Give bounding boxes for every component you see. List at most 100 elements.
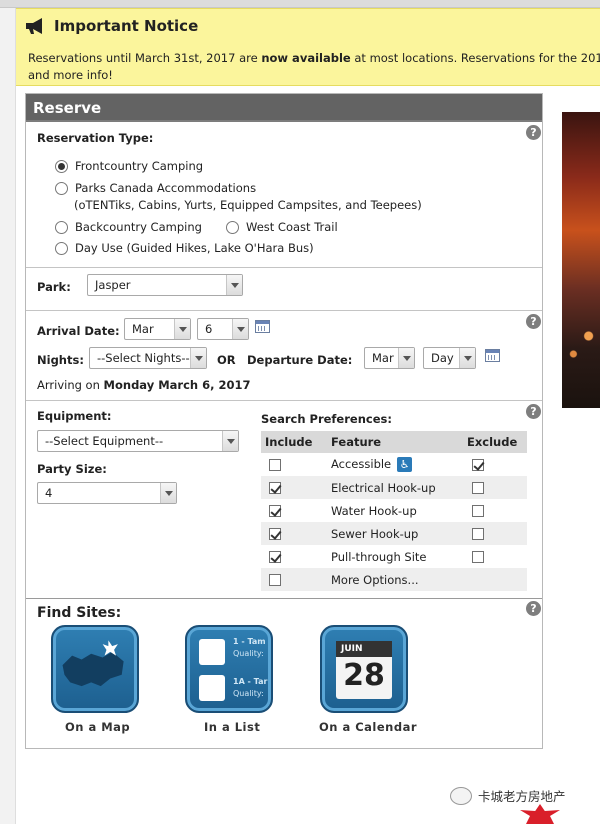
- list-item-text: 1A - Tar: [233, 677, 268, 686]
- list-item-text: 1 - Tam: [233, 637, 266, 646]
- chevron-down-icon: [190, 348, 206, 368]
- radio-label: Backcountry Camping: [75, 220, 202, 234]
- find-sites-section: ? Find Sites: On a Map 1 - Tam Quality: …: [26, 598, 542, 749]
- radio-day-use[interactable]: Day Use (Guided Hikes, Lake O'Hara Bus): [55, 241, 314, 255]
- list-tile-label[interactable]: In a List: [204, 720, 260, 734]
- departure-month-select[interactable]: Mar: [364, 347, 415, 369]
- calendar-icon[interactable]: [485, 349, 500, 362]
- departure-date-label: Departure Date:: [247, 353, 353, 367]
- radio-frontcountry[interactable]: Frontcountry Camping: [55, 159, 203, 173]
- arrival-month-select[interactable]: Mar: [124, 318, 191, 340]
- equipment-label: Equipment:: [37, 409, 112, 423]
- watermark: 卡城老方房地产: [450, 786, 566, 805]
- calendar-tile-label[interactable]: On a Calendar: [319, 720, 417, 734]
- radio-accommodations[interactable]: Parks Canada Accommodations: [55, 181, 256, 195]
- park-select[interactable]: Jasper: [87, 274, 243, 296]
- list-tile-button[interactable]: 1 - Tam Quality: 1A - Tar Quality:: [185, 625, 273, 713]
- exclude-checkbox[interactable]: [472, 528, 484, 540]
- party-size-label: Party Size:: [37, 462, 107, 476]
- feature-name: Sewer Hook-up: [331, 526, 419, 541]
- map-tile-label[interactable]: On a Map: [65, 720, 130, 734]
- exclude-checkbox[interactable]: [472, 482, 484, 494]
- calendar-tile-button[interactable]: JUIN 28: [320, 625, 408, 713]
- radio-backcountry[interactable]: Backcountry Camping: [55, 220, 202, 234]
- search-preferences-label: Search Preferences:: [261, 412, 392, 426]
- canada-map-icon: [62, 640, 124, 687]
- radio-button[interactable]: [55, 241, 68, 255]
- chevron-down-icon: [222, 431, 238, 451]
- radio-button[interactable]: [226, 220, 239, 234]
- park-photo: [562, 112, 600, 408]
- important-notice-banner: Important Notice Reservations until Marc…: [16, 8, 600, 86]
- exclude-checkbox[interactable]: [472, 459, 484, 471]
- arrival-month-value: Mar: [132, 322, 154, 336]
- table-row: Pull-through Site: [261, 545, 527, 568]
- exclude-checkbox[interactable]: [472, 551, 484, 563]
- include-header: Include: [261, 431, 327, 453]
- chevron-down-icon: [226, 275, 242, 295]
- include-checkbox[interactable]: [269, 574, 281, 586]
- help-icon[interactable]: ?: [526, 601, 541, 616]
- nights-value: --Select Nights--: [97, 351, 190, 365]
- watermark-text: 卡城老方房地产: [478, 789, 566, 804]
- chevron-down-icon: [398, 348, 414, 368]
- chevron-down-icon: [232, 319, 248, 339]
- table-header-row: Include Feature Exclude: [261, 431, 527, 453]
- help-icon[interactable]: ?: [526, 314, 541, 329]
- include-checkbox[interactable]: [269, 528, 281, 540]
- exclude-checkbox[interactable]: [472, 505, 484, 517]
- calendar-day: 28: [343, 658, 385, 693]
- reserve-panel: Reserve ? Reservation Type: Frontcountry…: [25, 93, 543, 749]
- calendar-icon[interactable]: [255, 320, 270, 333]
- find-sites-label: Find Sites:: [37, 605, 122, 621]
- help-icon[interactable]: ?: [526, 404, 541, 419]
- include-checkbox[interactable]: [269, 482, 281, 494]
- equipment-select[interactable]: --Select Equipment--: [37, 430, 239, 452]
- radio-label: West Coast Trail: [246, 220, 338, 234]
- include-checkbox[interactable]: [269, 505, 281, 517]
- calendar-month: JUIN: [336, 641, 392, 657]
- arrival-day-select[interactable]: 6: [197, 318, 249, 340]
- party-size-value: 4: [45, 486, 53, 500]
- include-checkbox[interactable]: [269, 459, 281, 471]
- radio-west-coast-trail[interactable]: West Coast Trail: [226, 220, 338, 234]
- nights-select[interactable]: --Select Nights--: [89, 347, 207, 369]
- table-row: Sewer Hook-up: [261, 522, 527, 545]
- notice-emphasis: now available: [261, 51, 351, 65]
- feature-name: Pull-through Site: [331, 549, 427, 564]
- radio-button[interactable]: [55, 159, 68, 173]
- radio-button[interactable]: [55, 181, 68, 195]
- arriving-date: Monday March 6, 2017: [103, 378, 251, 392]
- notice-title: Important Notice: [24, 17, 198, 35]
- radio-label: Frontcountry Camping: [75, 159, 204, 173]
- radio-button[interactable]: [55, 220, 68, 234]
- park-section: Park: Jasper: [26, 267, 542, 310]
- or-label: OR: [217, 353, 236, 367]
- list-checkbox-icon: [199, 675, 225, 701]
- browser-top-strip: [0, 0, 600, 8]
- left-scroll-gutter: [0, 8, 16, 824]
- include-checkbox[interactable]: [269, 551, 281, 563]
- reserve-header: Reserve: [26, 94, 542, 122]
- feature-name: Electrical Hook-up: [331, 480, 436, 495]
- departure-day-value: Day: [431, 351, 454, 365]
- departure-day-select[interactable]: Day: [423, 347, 476, 369]
- park-label: Park:: [37, 280, 71, 294]
- departure-month-value: Mar: [372, 351, 394, 365]
- chevron-down-icon: [174, 319, 190, 339]
- arriving-prefix: Arriving on: [37, 378, 104, 392]
- exclude-header: Exclude: [463, 431, 527, 453]
- radio-label: Day Use (Guided Hikes, Lake O'Hara Bus): [75, 241, 314, 255]
- calendar-page-icon: JUIN 28: [336, 641, 392, 699]
- reservation-type-label: Reservation Type:: [37, 131, 154, 145]
- party-size-select[interactable]: 4: [37, 482, 177, 504]
- notice-title-text: Important Notice: [54, 17, 199, 35]
- more-options-link[interactable]: More Options...: [331, 573, 419, 587]
- feature-name: Water Hook-up: [331, 503, 417, 518]
- maple-leaf-icon: [520, 804, 560, 824]
- map-tile-button[interactable]: [51, 625, 139, 713]
- table-row: Electrical Hook-up: [261, 476, 527, 499]
- arrival-date-label: Arrival Date:: [37, 324, 120, 338]
- help-icon[interactable]: ?: [526, 125, 541, 140]
- notice-more-info[interactable]: and more info!: [28, 68, 113, 82]
